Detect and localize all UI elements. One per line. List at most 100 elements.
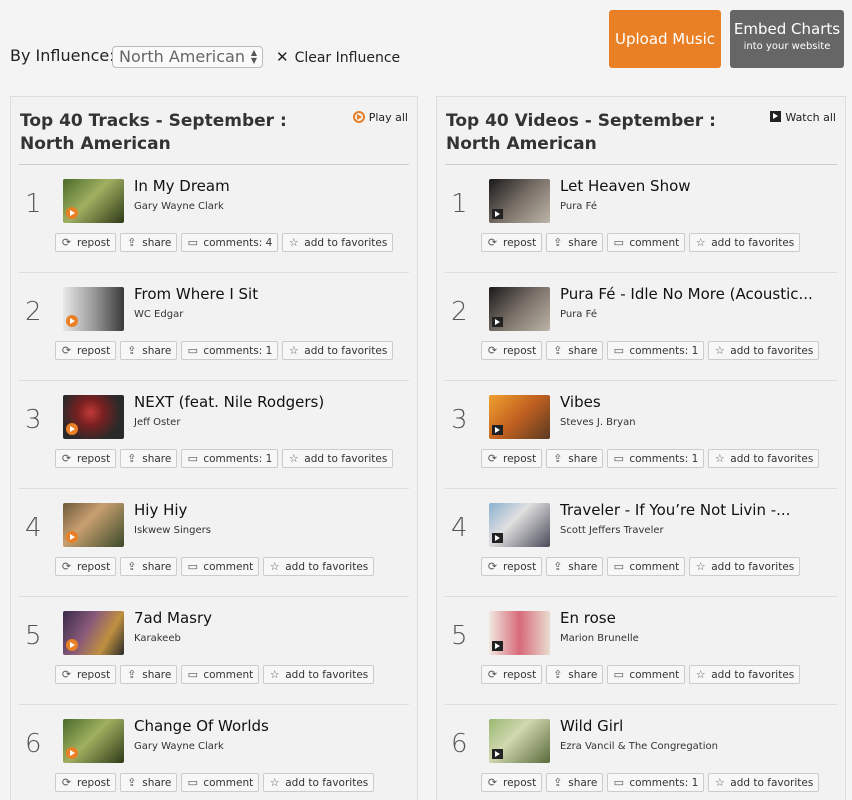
add-to-favorites-button[interactable]: ☆ add to favorites [282, 341, 394, 360]
item-artist[interactable]: Iskwew Singers [134, 525, 211, 536]
share-button[interactable]: ⇪ share [120, 341, 178, 360]
repost-button[interactable]: ⟳ repost [481, 341, 543, 360]
add-to-favorites-button[interactable]: ☆ add to favorites [263, 773, 375, 792]
share-button[interactable]: ⇪ share [120, 449, 178, 468]
item-title[interactable]: Pura Fé - Idle No More (Acoustic... [560, 285, 813, 303]
repost-button[interactable]: ⟳ repost [481, 449, 543, 468]
video-play-icon[interactable] [492, 533, 503, 543]
item-artist[interactable]: WC Edgar [134, 309, 183, 320]
thumbnail[interactable] [63, 179, 124, 223]
item-artist[interactable]: Scott Jeffers Traveler [560, 525, 664, 536]
share-button[interactable]: ⇪ share [546, 557, 604, 576]
item-artist[interactable]: Pura Fé [560, 201, 597, 212]
item-title[interactable]: 7ad Masry [134, 609, 212, 627]
add-to-favorites-button[interactable]: ☆ add to favorites [282, 449, 394, 468]
watch-all-button[interactable]: Watch all [770, 111, 836, 124]
clear-influence-button[interactable]: ✕ Clear Influence [276, 48, 400, 66]
comments-button[interactable]: ▭ comments: 1 [181, 449, 279, 468]
comments-button[interactable]: ▭ comments: 1 [181, 341, 279, 360]
repost-button[interactable]: ⟳ repost [481, 665, 543, 684]
add-to-favorites-button[interactable]: ☆ add to favorites [689, 233, 801, 252]
play-all-button[interactable]: Play all [352, 111, 408, 124]
comments-button[interactable]: ▭ comments: 1 [607, 449, 705, 468]
play-icon[interactable] [66, 423, 78, 435]
thumbnail[interactable] [489, 611, 550, 655]
repost-button[interactable]: ⟳ repost [481, 233, 543, 252]
upload-music-button[interactable]: Upload Music [609, 10, 721, 68]
item-artist[interactable]: Jeff Oster [134, 417, 180, 428]
comments-button[interactable]: ▭ comment [607, 665, 686, 684]
item-title[interactable]: En rose [560, 609, 616, 627]
video-play-icon[interactable] [492, 425, 503, 435]
play-icon[interactable] [66, 207, 78, 219]
comments-button[interactable]: ▭ comment [607, 557, 686, 576]
add-to-favorites-button[interactable]: ☆ add to favorites [689, 665, 801, 684]
video-play-icon[interactable] [492, 749, 503, 759]
item-title[interactable]: Wild Girl [560, 717, 623, 735]
thumbnail[interactable] [489, 287, 550, 331]
influence-select[interactable]: North American ▲ ▼ [112, 46, 263, 68]
add-to-favorites-button[interactable]: ☆ add to favorites [708, 449, 820, 468]
video-play-icon[interactable] [492, 317, 503, 327]
thumbnail[interactable] [489, 395, 550, 439]
comments-button[interactable]: ▭ comments: 1 [607, 341, 705, 360]
add-to-favorites-button[interactable]: ☆ add to favorites [282, 233, 394, 252]
item-title[interactable]: In My Dream [134, 177, 230, 195]
video-play-icon[interactable] [492, 209, 503, 219]
share-button[interactable]: ⇪ share [120, 557, 178, 576]
share-button[interactable]: ⇪ share [120, 233, 178, 252]
item-artist[interactable]: Gary Wayne Clark [134, 741, 224, 752]
item-artist[interactable]: Steves J. Bryan [560, 417, 636, 428]
add-to-favorites-button[interactable]: ☆ add to favorites [263, 557, 375, 576]
play-icon[interactable] [66, 747, 78, 759]
share-button[interactable]: ⇪ share [120, 665, 178, 684]
thumbnail[interactable] [63, 503, 124, 547]
thumbnail[interactable] [489, 719, 550, 763]
comments-button[interactable]: ▭ comment [181, 665, 260, 684]
add-to-favorites-button[interactable]: ☆ add to favorites [263, 665, 375, 684]
item-title[interactable]: Hiy Hiy [134, 501, 187, 519]
repost-button[interactable]: ⟳ repost [55, 557, 117, 576]
thumbnail[interactable] [63, 395, 124, 439]
share-button[interactable]: ⇪ share [546, 665, 604, 684]
thumbnail[interactable] [489, 179, 550, 223]
share-button[interactable]: ⇪ share [546, 341, 604, 360]
add-to-favorites-button[interactable]: ☆ add to favorites [708, 341, 820, 360]
add-to-favorites-button[interactable]: ☆ add to favorites [708, 773, 820, 792]
video-play-icon[interactable] [492, 641, 503, 651]
comments-button[interactable]: ▭ comments: 1 [607, 773, 705, 792]
item-title[interactable]: From Where I Sit [134, 285, 258, 303]
item-artist[interactable]: Pura Fé [560, 309, 597, 320]
thumbnail[interactable] [489, 503, 550, 547]
comments-button[interactable]: ▭ comment [181, 773, 260, 792]
comments-button[interactable]: ▭ comment [181, 557, 260, 576]
item-artist[interactable]: Marion Brunelle [560, 633, 639, 644]
play-icon[interactable] [66, 639, 78, 651]
item-title[interactable]: Traveler - If You’re Not Livin -... [560, 501, 790, 519]
share-button[interactable]: ⇪ share [546, 773, 604, 792]
repost-button[interactable]: ⟳ repost [55, 773, 117, 792]
repost-button[interactable]: ⟳ repost [55, 341, 117, 360]
thumbnail[interactable] [63, 287, 124, 331]
thumbnail[interactable] [63, 611, 124, 655]
item-title[interactable]: Vibes [560, 393, 601, 411]
share-button[interactable]: ⇪ share [120, 773, 178, 792]
play-icon[interactable] [66, 315, 78, 327]
add-to-favorites-button[interactable]: ☆ add to favorites [689, 557, 801, 576]
item-title[interactable]: Change Of Worlds [134, 717, 269, 735]
repost-button[interactable]: ⟳ repost [55, 449, 117, 468]
repost-button[interactable]: ⟳ repost [55, 665, 117, 684]
item-title[interactable]: NEXT (feat. Nile Rodgers) [134, 393, 324, 411]
thumbnail[interactable] [63, 719, 124, 763]
comments-button[interactable]: ▭ comment [607, 233, 686, 252]
share-button[interactable]: ⇪ share [546, 233, 604, 252]
item-artist[interactable]: Ezra Vancil & The Congregation [560, 741, 718, 752]
embed-charts-button[interactable]: Embed Charts into your website [730, 10, 844, 68]
play-icon[interactable] [66, 531, 78, 543]
repost-button[interactable]: ⟳ repost [55, 233, 117, 252]
item-title[interactable]: Let Heaven Show [560, 177, 691, 195]
item-artist[interactable]: Gary Wayne Clark [134, 201, 224, 212]
repost-button[interactable]: ⟳ repost [481, 557, 543, 576]
share-button[interactable]: ⇪ share [546, 449, 604, 468]
item-artist[interactable]: Karakeeb [134, 633, 181, 644]
